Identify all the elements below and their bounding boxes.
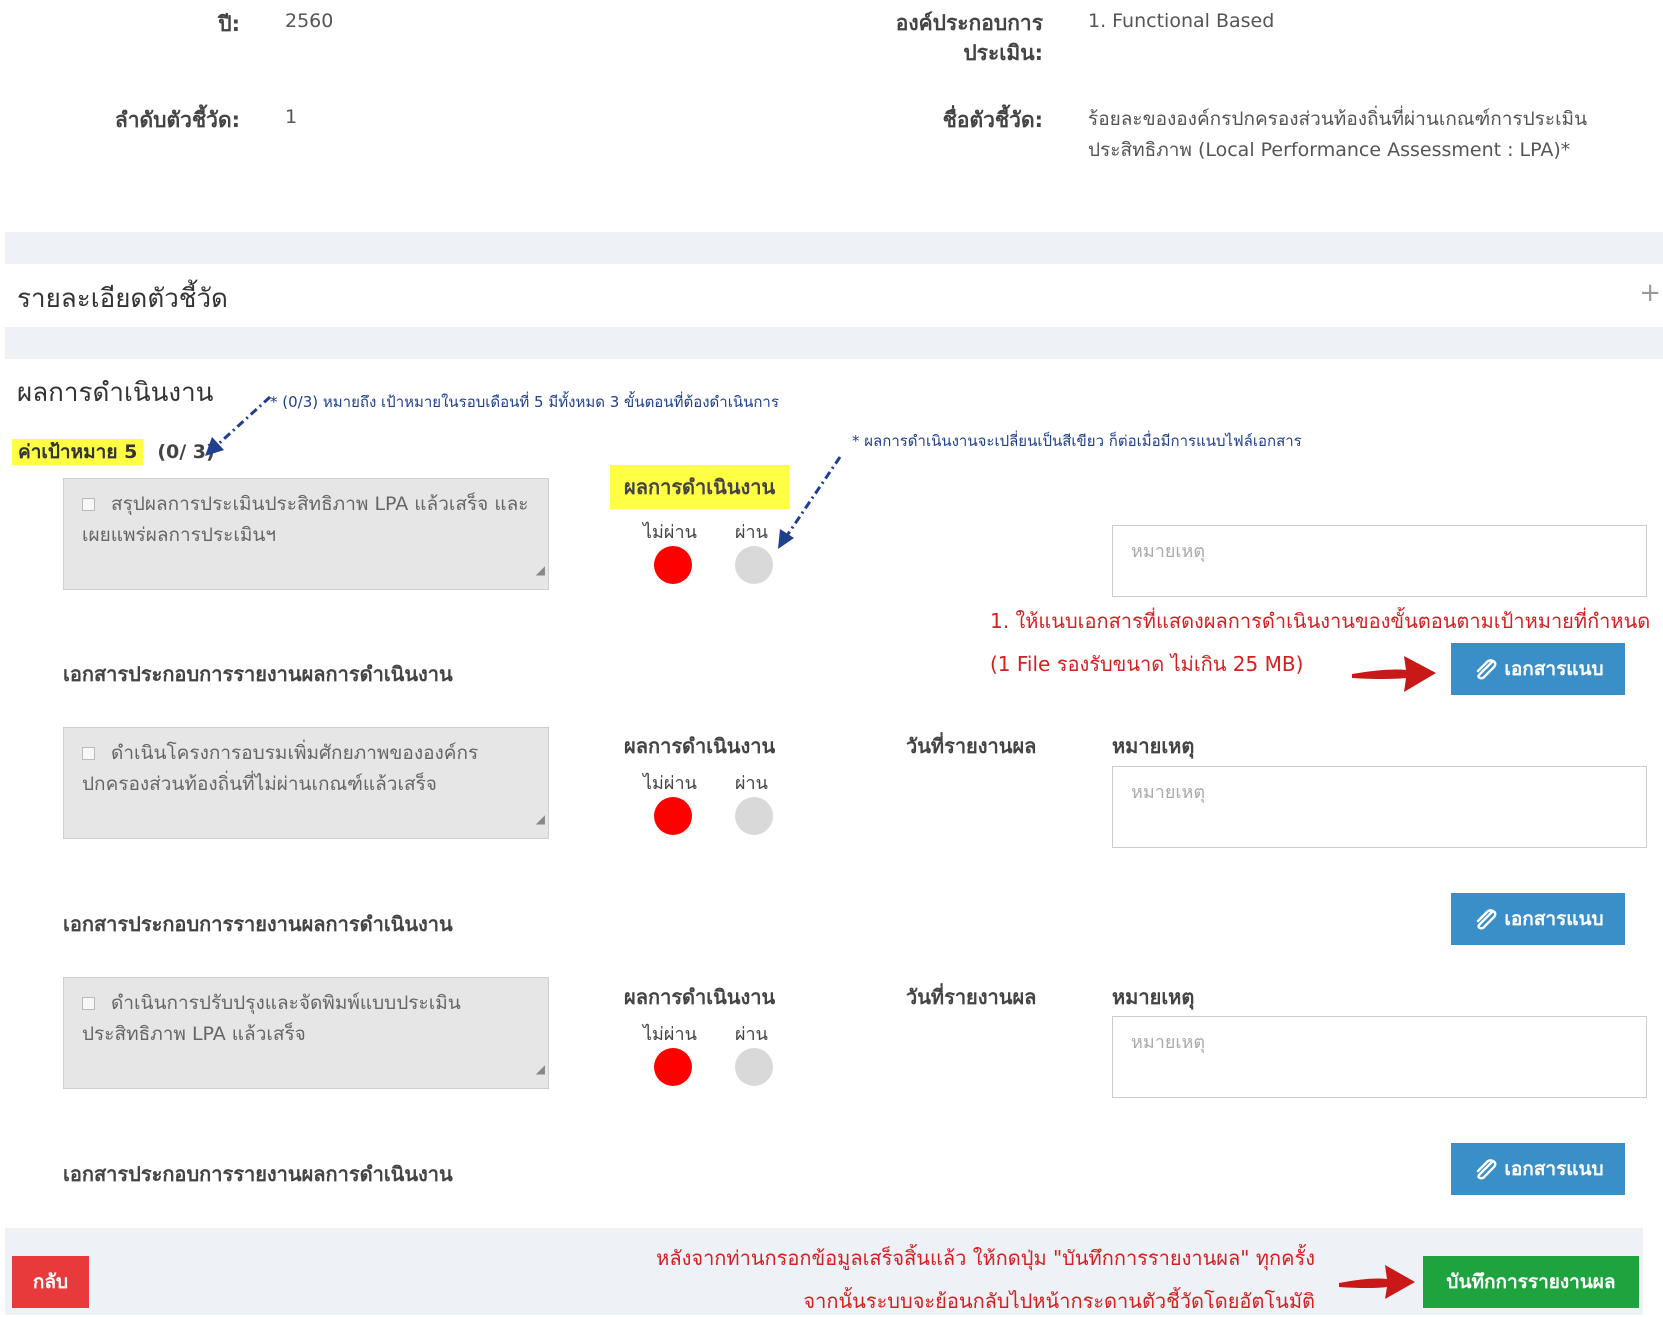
detail-panel-header[interactable]: รายละเอียดตัวชี้วัด + (5, 264, 1663, 327)
footer-annotation-1: หลังจากท่านกรอกข้อมูลเสร็จสิ้นแล้ว ให้กด… (656, 1246, 1315, 1270)
pass-radio[interactable] (735, 1048, 773, 1086)
plus-icon[interactable]: + (1639, 278, 1661, 308)
back-button[interactable]: กลับ (12, 1256, 89, 1308)
section-divider (5, 232, 1663, 264)
component-value: 1. Functional Based (1088, 10, 1275, 32)
annotation-green: * ผลการดำเนินงานจะเปลี่ยนเป็นสีเขียว ก็ต… (852, 432, 1302, 450)
target-label: ค่าเป้าหมาย 5 (12, 439, 144, 465)
pass-radio[interactable] (735, 797, 773, 835)
indicator-no-label: ลำดับตัวชี้วัด: (114, 108, 240, 132)
attach-button-label: เอกสารแนบ (1504, 658, 1604, 680)
step-text: ดำเนินการปรับปรุงและจัดพิมพ์แบบประเมินปร… (82, 992, 461, 1045)
indicator-name-value: ร้อยละขององค์กรปกครองส่วนท้องถิ่นที่ผ่าน… (1088, 108, 1588, 161)
indicator-name-label: ชื่อตัวชี้วัด: (942, 108, 1043, 132)
fail-radio[interactable] (654, 546, 692, 584)
step-checkbox[interactable] (82, 997, 95, 1010)
fail-label: ไม่ผ่าน (643, 522, 697, 543)
result-header-highlighted: ผลการดำเนินงาน (610, 465, 790, 509)
resize-handle-icon[interactable]: ◢ (536, 1054, 545, 1085)
attach-button-label: เอกสารแนบ (1504, 908, 1604, 930)
doc-label: เอกสารประกอบการรายงานผลการดำเนินงาน (63, 912, 453, 936)
step-text-box[interactable]: ดำเนินโครงการอบรมเพิ่มศักยภาพขององค์กรปก… (63, 727, 549, 839)
red-arrow-icon (1339, 1265, 1415, 1299)
annotation-attach-2: (1 File รองรับขนาด ไม่เกิน 25 MB) (990, 652, 1304, 676)
detail-panel-title: รายละเอียดตัวชี้วัด (17, 284, 228, 314)
step-text: ดำเนินโครงการอบรมเพิ่มศักยภาพขององค์กรปก… (82, 742, 479, 795)
indicator-no-value: 1 (285, 106, 298, 128)
pass-radio[interactable] (735, 546, 773, 584)
pass-label: ผ่าน (735, 773, 768, 794)
resize-handle-icon[interactable]: ◢ (536, 804, 545, 835)
remark-header: หมายเหตุ (1112, 985, 1195, 1009)
paperclip-icon (1477, 659, 1497, 680)
step-text: สรุปผลการประเมินประสิทธิภาพ LPA แล้วเสร็… (82, 493, 529, 546)
result-header: ผลการดำเนินงาน (624, 985, 776, 1009)
target-row: ค่าเป้าหมาย 5 (0/ 3) (12, 437, 215, 467)
red-arrow-icon (1352, 656, 1436, 692)
remark-field[interactable]: หมายเหตุ (1112, 525, 1647, 597)
attach-button[interactable]: เอกสารแนบ (1451, 643, 1625, 695)
year-value: 2560 (285, 10, 334, 32)
attach-button-label: เอกสารแนบ (1504, 1158, 1604, 1180)
annotation-attach-1: 1. ให้แนบเอกสารที่แสดงผลการดำเนินงานของข… (990, 609, 1651, 633)
remark-field[interactable]: หมายเหตุ (1112, 1016, 1647, 1098)
step-text-box[interactable]: สรุปผลการประเมินประสิทธิภาพ LPA แล้วเสร็… (63, 478, 549, 590)
section-divider (5, 327, 1663, 359)
blue-arrow-1 (205, 395, 272, 456)
annotation-target: * (0/3) หมายถึง เป้าหมายในรอบเดือนที่ 5 … (270, 393, 779, 411)
doc-label: เอกสารประกอบการรายงานผลการดำเนินงาน (63, 662, 453, 686)
paperclip-icon (1477, 909, 1497, 930)
pass-label: ผ่าน (735, 522, 768, 543)
remark-field[interactable]: หมายเหตุ (1112, 766, 1647, 848)
attach-button[interactable]: เอกสารแนบ (1451, 1143, 1625, 1195)
step-checkbox[interactable] (82, 747, 95, 760)
result-header: ผลการดำเนินงาน (624, 734, 776, 758)
step-checkbox[interactable] (82, 498, 95, 511)
fail-label: ไม่ผ่าน (643, 1024, 697, 1045)
component-label: องค์ประกอบการประเมิน: (895, 11, 1043, 65)
paperclip-icon (1477, 1159, 1497, 1180)
save-report-button[interactable]: บันทึกการรายงานผล (1423, 1256, 1639, 1308)
date-header: วันที่รายงานผล (906, 985, 1037, 1009)
fail-label: ไม่ผ่าน (643, 773, 697, 794)
pass-label: ผ่าน (735, 1024, 768, 1045)
fail-radio[interactable] (654, 1048, 692, 1086)
remark-header: หมายเหตุ (1112, 734, 1195, 758)
attach-button[interactable]: เอกสารแนบ (1451, 893, 1625, 945)
resize-handle-icon[interactable]: ◢ (536, 555, 545, 586)
results-panel-title: ผลการดำเนินงาน (17, 378, 214, 408)
date-header: วันที่รายงานผล (906, 734, 1037, 758)
doc-label: เอกสารประกอบการรายงานผลการดำเนินงาน (63, 1162, 453, 1186)
fail-radio[interactable] (654, 797, 692, 835)
footer-annotation-2: จากนั้นระบบจะย้อนกลับไปหน้ากระดานตัวชี้ว… (803, 1289, 1315, 1313)
year-label: ปี: (218, 12, 240, 36)
step-text-box[interactable]: ดำเนินการปรับปรุงและจัดพิมพ์แบบประเมินปร… (63, 977, 549, 1089)
